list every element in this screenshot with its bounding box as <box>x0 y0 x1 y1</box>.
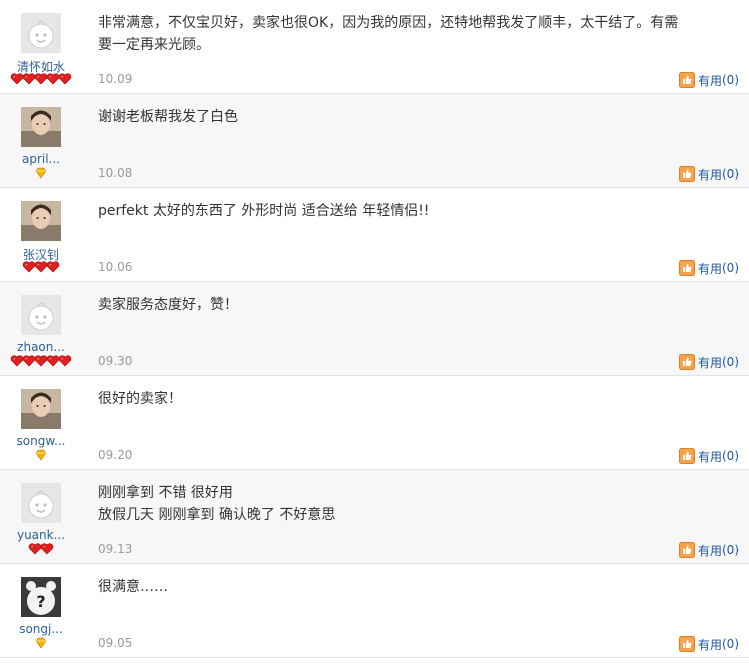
heart-icon <box>40 535 54 555</box>
review-item: april... 谢谢老板帮我发了白色 10.08 有用 (0) <box>0 94 749 188</box>
review-content: 非常满意，不仅宝贝好，卖家也很OK，因为我的原因，还特地帮我发了顺丰，太干结了。… <box>98 15 679 53</box>
heart-icon <box>46 253 60 273</box>
review-content: 刚刚拿到 不错 很好用 放假几天 刚刚拿到 确认晚了 不好意思 <box>98 485 336 523</box>
default-avatar[interactable] <box>21 295 61 335</box>
thumbs-up-icon <box>678 72 695 88</box>
thumbs-up-icon <box>678 448 695 464</box>
review-content: 卖家服务态度好，赞！ <box>98 297 238 313</box>
svg-text:?: ? <box>36 592 45 611</box>
useful-button[interactable]: 有用 (0) <box>678 354 739 370</box>
useful-label: 有用 <box>697 355 722 370</box>
buyer-rank[interactable] <box>0 73 82 85</box>
buyer-rank[interactable] <box>0 637 82 649</box>
useful-button[interactable]: 有用 (0) <box>678 260 739 276</box>
photo-avatar[interactable] <box>21 107 61 147</box>
default-avatar[interactable] <box>21 483 61 523</box>
diamond-icon <box>35 159 47 179</box>
useful-label: 有用 <box>697 73 722 88</box>
reviewer-info: 张汉钊 <box>0 188 82 281</box>
review-list: 清怀如水 非常满意，不仅宝贝好，卖家也很OK，因为我的原因，还特地帮我发了顺丰，… <box>0 0 749 658</box>
review-content: 谢谢老板帮我发了白色 <box>98 109 238 125</box>
thumbs-up-icon <box>678 166 695 182</box>
diamond-icon <box>35 629 47 649</box>
review-item: 张汉钊 perfekt 太好的东西了 外形时尚 适合送给 年轻情侣!! 10.0… <box>0 188 749 282</box>
review-item: ? songj... 很满意…… 09.05 有用 (0) <box>0 564 749 658</box>
default-avatar[interactable] <box>21 13 61 53</box>
thumbs-up-icon <box>678 354 695 370</box>
reviewer-info: april... <box>0 94 82 187</box>
review-content: perfekt 太好的东西了 外形时尚 适合送给 年轻情侣!! <box>98 203 430 219</box>
useful-button[interactable]: 有用 (0) <box>678 72 739 88</box>
reviewer-info: zhaon... <box>0 282 82 375</box>
review-date: 09.20 <box>98 448 133 462</box>
useful-count: (0) <box>722 355 739 369</box>
useful-button[interactable]: 有用 (0) <box>678 166 739 182</box>
useful-button[interactable]: 有用 (0) <box>678 542 739 558</box>
useful-label: 有用 <box>697 543 722 558</box>
reviewer-info: songw... <box>0 376 82 469</box>
review-date: 09.30 <box>98 354 133 368</box>
useful-button[interactable]: 有用 (0) <box>678 636 739 652</box>
useful-count: (0) <box>722 637 739 651</box>
review-item: yuank... 刚刚拿到 不错 很好用 放假几天 刚刚拿到 确认晚了 不好意思… <box>0 470 749 564</box>
buyer-rank[interactable] <box>0 449 82 461</box>
photo-avatar[interactable] <box>21 201 61 241</box>
useful-count: (0) <box>722 261 739 275</box>
review-date: 09.13 <box>98 542 133 556</box>
review-date: 10.06 <box>98 260 133 274</box>
useful-label: 有用 <box>697 261 722 276</box>
useful-count: (0) <box>722 73 739 87</box>
buyer-rank[interactable] <box>0 543 82 555</box>
bear-avatar[interactable]: ? <box>21 577 61 617</box>
review-item: zhaon... 卖家服务态度好，赞！ 09.30 有用 (0) <box>0 282 749 376</box>
review-date: 10.09 <box>98 72 133 86</box>
useful-label: 有用 <box>697 637 722 652</box>
reviewer-info: yuank... <box>0 470 82 563</box>
thumbs-up-icon <box>678 260 695 276</box>
buyer-rank[interactable] <box>0 355 82 367</box>
buyer-rank[interactable] <box>0 167 82 179</box>
reviewer-info: 清怀如水 <box>0 0 82 93</box>
buyer-rank[interactable] <box>0 261 82 273</box>
useful-count: (0) <box>722 167 739 181</box>
useful-count: (0) <box>722 543 739 557</box>
diamond-icon <box>35 441 47 461</box>
review-content: 很满意…… <box>98 579 168 595</box>
useful-label: 有用 <box>697 167 722 182</box>
review-date: 10.08 <box>98 166 133 180</box>
reviewer-info: ? songj... <box>0 564 82 657</box>
thumbs-up-icon <box>678 542 695 558</box>
thumbs-up-icon <box>678 636 695 652</box>
photo-avatar[interactable] <box>21 389 61 429</box>
heart-icon <box>58 65 72 85</box>
useful-count: (0) <box>722 449 739 463</box>
review-date: 09.05 <box>98 636 133 650</box>
review-content: 很好的卖家！ <box>98 391 182 407</box>
useful-label: 有用 <box>697 449 722 464</box>
review-item: 清怀如水 非常满意，不仅宝贝好，卖家也很OK，因为我的原因，还特地帮我发了顺丰，… <box>0 0 749 94</box>
heart-icon <box>58 347 72 367</box>
useful-button[interactable]: 有用 (0) <box>678 448 739 464</box>
review-item: songw... 很好的卖家！ 09.20 有用 (0) <box>0 376 749 470</box>
